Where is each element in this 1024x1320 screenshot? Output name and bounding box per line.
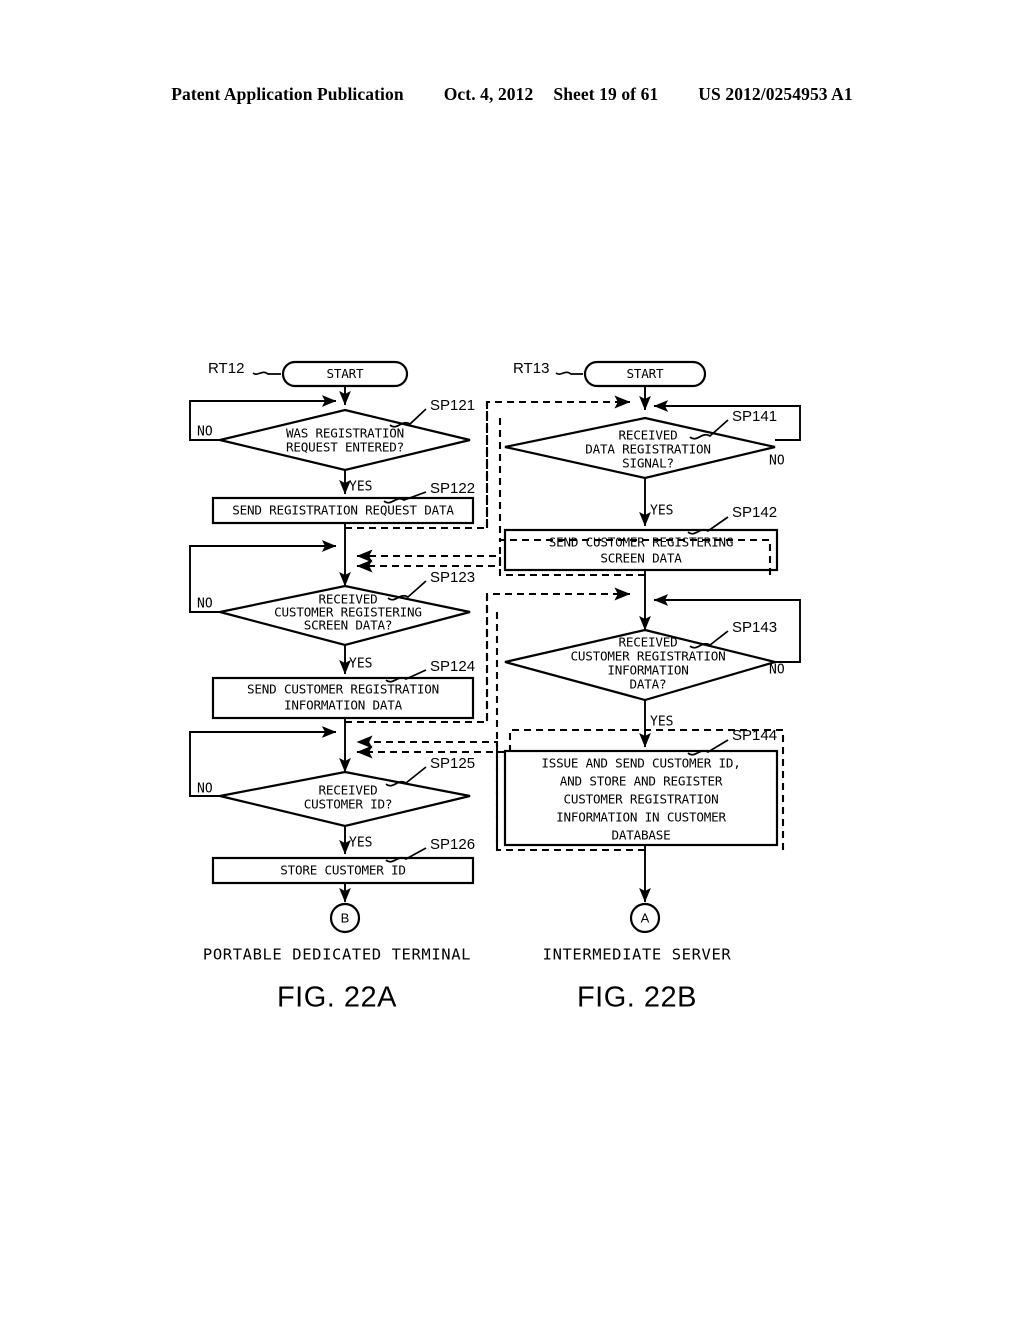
right-routine-leader [555,371,583,375]
right-sp141-step-id: SP141 [732,408,777,425]
left-sp125-step-id: SP125 [430,755,475,772]
right-sp144-line-5: DATABASE [611,828,670,843]
right-sp143-no-label: NO [769,663,785,678]
right-sp144-line-1: ISSUE AND SEND CUSTOMER ID, [541,756,740,771]
right-sp143-step-id: SP143 [732,619,777,636]
left-sp126-line-1: STORE CUSTOMER ID [280,863,406,878]
left-connector-label: B [341,910,350,925]
left-sp123-step-id: SP123 [430,569,475,586]
right-sp142-line-1: SEND CUSTOMER REGISTERING [549,535,734,550]
left-sp121-line-1: WAS REGISTRATION [286,426,404,441]
left-sp124-line-2: INFORMATION DATA [284,698,403,713]
right-sp144-line-4: INFORMATION IN CUSTOMER [556,810,726,825]
left-sp121-line-2: REQUEST ENTERED? [286,440,404,455]
right-sp143-line-3: INFORMATION [607,663,688,678]
right-sp143-yes-label: YES [650,715,673,730]
right-sp144-line-3: CUSTOMER REGISTRATION [563,792,718,807]
left-sp121-no-label: NO [197,425,213,440]
right-sp141-line-2: DATA REGISTRATION [585,442,711,457]
left-sp121-step-id: SP121 [430,397,475,414]
left-sp124-step-id: SP124 [430,658,475,675]
right-sp144-line-2: AND STORE AND REGISTER [560,774,723,789]
right-sp141-line-3: SIGNAL? [622,456,674,471]
right-sp143-line-4: DATA? [630,677,667,692]
right-sp142-line-2: SCREEN DATA [600,551,682,566]
left-figure-caption: FIG. 22A [277,982,397,1014]
left-sp126-step-id: SP126 [430,836,475,853]
flowchart-figure: START RT12 WAS REGISTRATION REQUEST ENTE… [189,360,801,1014]
left-sp124-line-1: SEND CUSTOMER REGISTRATION [247,682,439,697]
left-sp125-no-label: NO [197,782,213,797]
right-sp141-line-1: RECEIVED [618,428,677,443]
left-routine-id: RT12 [208,360,244,377]
right-sp142-step-id: SP142 [732,504,777,521]
right-sp143-line-1: RECEIVED [618,635,677,650]
left-sp125-yes-label: YES [349,836,372,851]
left-sp125-line-1: RECEIVED [318,783,377,798]
left-sp123-yes-label: YES [349,657,372,672]
patent-page: Patent Application Publication Oct. 4, 2… [0,0,1024,1320]
left-start-label: START [327,366,365,381]
right-sp141-yes-label: YES [650,504,673,519]
left-sp123-line-3: SCREEN DATA? [304,618,393,633]
left-figure-subtitle: PORTABLE DEDICATED TERMINAL [203,946,471,964]
right-connector-label: A [641,910,650,925]
right-sp143-line-2: CUSTOMER REGISTRATION [570,649,725,664]
left-sp122-step-id: SP122 [430,480,475,497]
left-sp123-no-label: NO [197,597,213,612]
left-routine-leader [252,371,281,375]
right-start-label: START [627,366,665,381]
right-sp141-no-label: NO [769,454,785,469]
left-sp121-yes-label: YES [349,480,372,495]
right-routine-id: RT13 [513,360,549,377]
right-figure-caption: FIG. 22B [577,982,697,1014]
right-figure-subtitle: INTERMEDIATE SERVER [543,946,732,964]
left-sp125-line-2: CUSTOMER ID? [304,797,393,812]
left-sp122-line-1: SEND REGISTRATION REQUEST DATA [232,503,454,518]
